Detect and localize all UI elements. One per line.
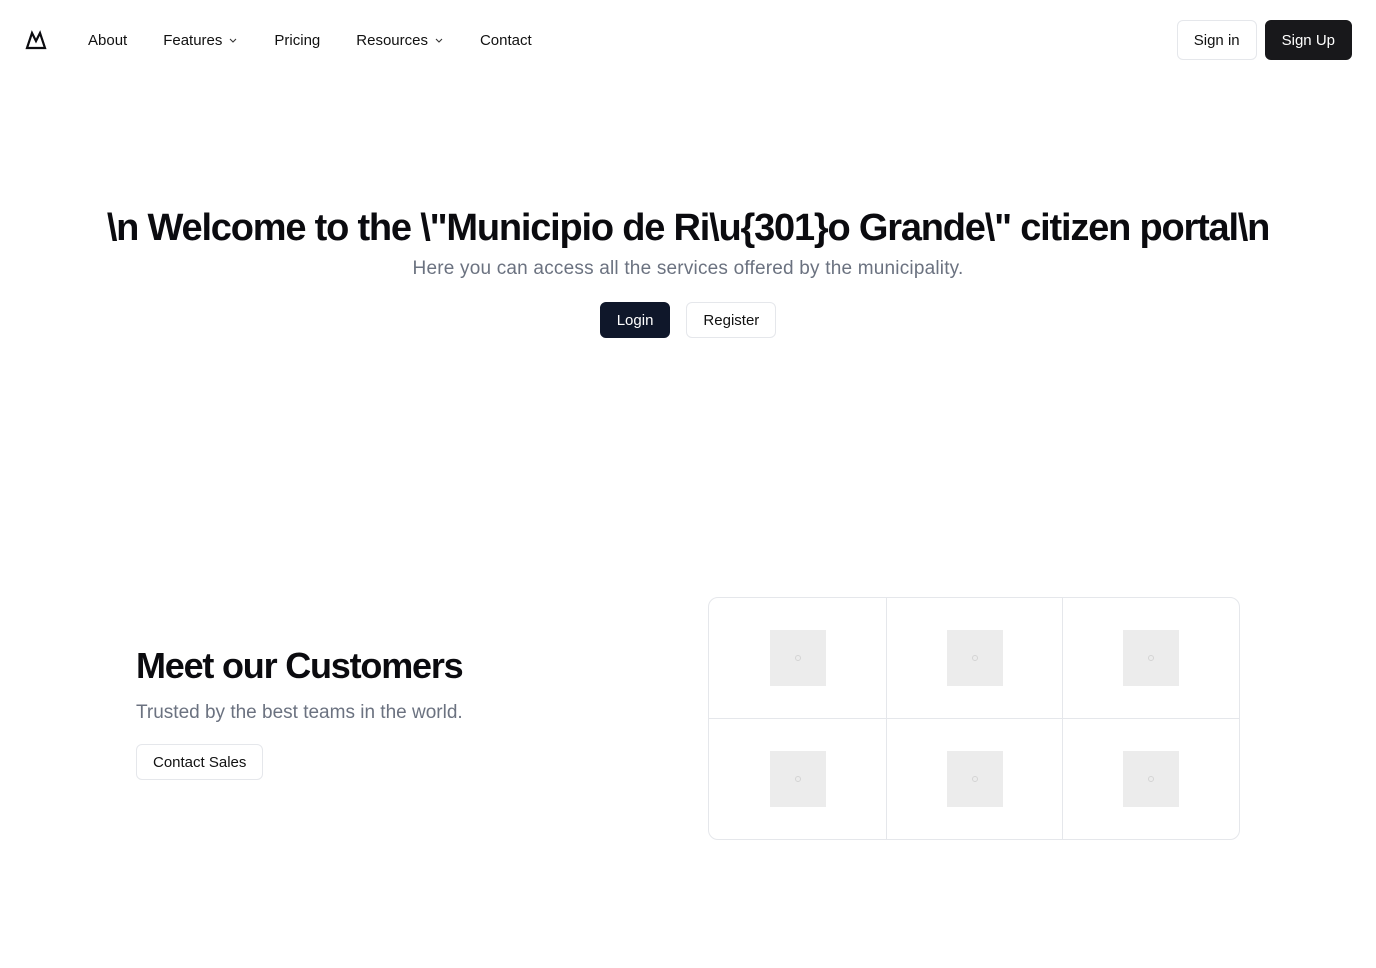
mountain-logo-icon[interactable] bbox=[24, 28, 48, 52]
hero-section: \n Welcome to the \"Municipio de Ri\u{30… bbox=[0, 200, 1376, 338]
image-placeholder-icon bbox=[946, 751, 1003, 807]
nav-about-label: About bbox=[88, 31, 128, 49]
sign-up-button[interactable]: Sign Up bbox=[1264, 20, 1352, 60]
logo-cell bbox=[709, 719, 887, 839]
image-placeholder-icon bbox=[769, 630, 826, 686]
image-placeholder-icon bbox=[1123, 630, 1179, 686]
nav-about[interactable]: About bbox=[88, 32, 127, 49]
nav-resources-label: Resources bbox=[356, 31, 428, 49]
customers-title: Meet our Customers bbox=[136, 645, 464, 686]
nav-features-label: Features bbox=[163, 31, 223, 49]
image-placeholder-icon bbox=[946, 630, 1003, 686]
hero-actions: Login Register bbox=[0, 302, 1376, 338]
logo-cell bbox=[887, 598, 1063, 719]
header-actions: Sign in Sign Up bbox=[1176, 20, 1352, 60]
nav-pricing[interactable]: Pricing bbox=[274, 32, 320, 49]
nav-resources[interactable]: Resources bbox=[356, 32, 444, 49]
nav-contact-label: Contact bbox=[479, 31, 532, 49]
sign-in-button[interactable]: Sign in bbox=[1176, 20, 1257, 60]
image-placeholder-icon bbox=[1123, 751, 1179, 807]
customers-subtitle: Trusted by the best teams in the world. bbox=[136, 702, 463, 723]
logo-cell bbox=[1063, 719, 1239, 839]
main-nav: About Features Pricing Resources Contact bbox=[88, 28, 568, 52]
hero-title: \n Welcome to the \"Municipio de Ri\u{30… bbox=[106, 207, 1271, 249]
register-button[interactable]: Register bbox=[686, 302, 777, 338]
contact-sales-button[interactable]: Contact Sales bbox=[136, 744, 264, 780]
site-header: About Features Pricing Resources Contact… bbox=[0, 0, 1376, 80]
hero-subtitle: Here you can access all the services off… bbox=[412, 258, 964, 279]
login-button[interactable]: Login bbox=[599, 302, 671, 338]
nav-features[interactable]: Features bbox=[163, 32, 238, 49]
customers-section: Meet our Customers Trusted by the best t… bbox=[136, 640, 656, 780]
nav-contact[interactable]: Contact bbox=[480, 32, 532, 49]
image-placeholder-icon bbox=[769, 751, 826, 807]
customer-logo-grid bbox=[708, 597, 1240, 840]
logo-cell bbox=[709, 598, 887, 719]
chevron-down-icon bbox=[435, 38, 443, 43]
chevron-down-icon bbox=[230, 38, 237, 43]
logo-cell bbox=[1063, 598, 1239, 719]
nav-pricing-label: Pricing bbox=[274, 31, 321, 49]
logo-cell bbox=[887, 719, 1063, 839]
